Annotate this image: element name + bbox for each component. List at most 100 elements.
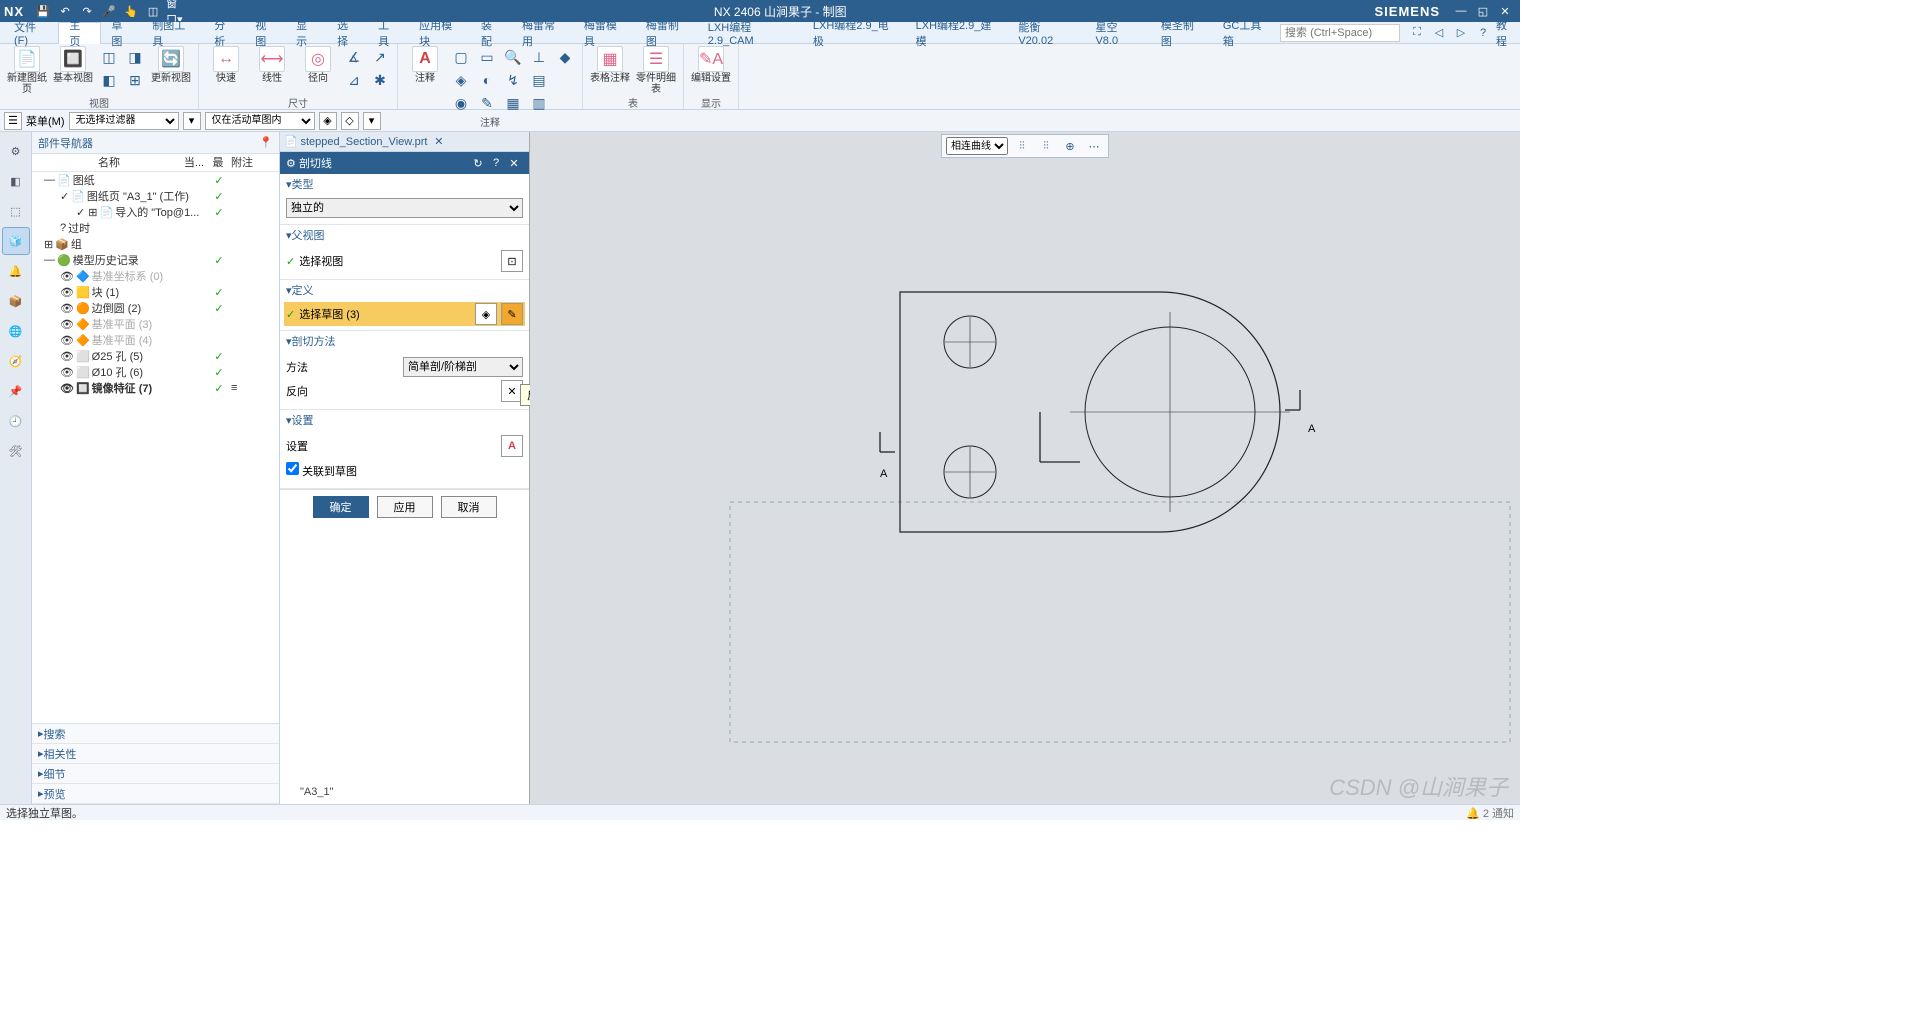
col-latest[interactable]: 最 bbox=[206, 154, 230, 171]
tab-select[interactable]: 选择 bbox=[327, 22, 368, 44]
sec-settings-header[interactable]: ▾ 设置 bbox=[280, 410, 529, 430]
col-name[interactable]: 名称 bbox=[32, 154, 182, 171]
tab-ml1[interactable]: 梅雷常用 bbox=[512, 22, 574, 44]
menu-label[interactable]: 菜单(M) bbox=[26, 113, 65, 129]
note-s12[interactable]: ▥ bbox=[528, 92, 550, 114]
tab-app[interactable]: 应用模块 bbox=[409, 22, 471, 44]
tree-row[interactable]: 👁 🔶 基准平面 (3) bbox=[32, 316, 279, 332]
acc-related[interactable]: ▸ 相关性 bbox=[32, 744, 279, 764]
rail-bell-icon[interactable]: 🔔 bbox=[2, 257, 30, 285]
tree-row[interactable]: ✓ 📄 图纸页 "A3_1" (工作)✓ bbox=[32, 188, 279, 204]
dim-small-1[interactable]: ∡ bbox=[343, 46, 365, 68]
tab-gc[interactable]: GC工具箱 bbox=[1213, 22, 1280, 44]
tab-nh[interactable]: 能衡 V20.02 bbox=[1008, 22, 1085, 44]
tree-row[interactable]: 👁 🔲 镜像特征 (7)✓≡ bbox=[32, 380, 279, 396]
rail-tools-icon[interactable]: 🛠 bbox=[2, 437, 30, 465]
nav-fwd-icon[interactable]: ▷ bbox=[1452, 24, 1470, 42]
rail-nav-icon[interactable]: 🧭 bbox=[2, 347, 30, 375]
tab-lxh-elec[interactable]: LXH编程2.9_电极 bbox=[803, 22, 906, 44]
tree-row[interactable]: 👁 ⬜ Ø25 孔 (5)✓ bbox=[32, 348, 279, 364]
tab-xk[interactable]: 星空 V8.0 bbox=[1085, 22, 1150, 44]
tab-sketch[interactable]: 草图 bbox=[101, 22, 142, 44]
note-s2[interactable]: ◈ bbox=[450, 69, 472, 91]
help-icon[interactable]: ? bbox=[1474, 24, 1492, 42]
pick-view-icon[interactable]: ⊡ bbox=[501, 250, 523, 272]
acc-preview[interactable]: ▸ 预览 bbox=[32, 784, 279, 804]
col-note[interactable]: 附注 bbox=[230, 154, 254, 171]
tree-row[interactable]: — 📄 图纸✓ bbox=[32, 172, 279, 188]
acc-detail[interactable]: ▸ 细节 bbox=[32, 764, 279, 784]
filter-btn-3[interactable]: ◇ bbox=[341, 112, 359, 130]
file-tab-close-icon[interactable]: ✕ bbox=[434, 135, 443, 148]
rail-globe-icon[interactable]: 🌐 bbox=[2, 317, 30, 345]
gear-icon[interactable]: ⚙ bbox=[286, 157, 296, 170]
edit-settings-button[interactable]: ✎A编辑设置 bbox=[690, 46, 732, 84]
ribbon-small-4[interactable]: ⊞ bbox=[124, 69, 146, 91]
apply-button[interactable]: 应用 bbox=[377, 496, 433, 518]
tree-row[interactable]: 👁 🔶 基准平面 (4) bbox=[32, 332, 279, 348]
dialog-help-icon[interactable]: ? bbox=[487, 157, 505, 169]
rail-pin-icon[interactable]: 📌 bbox=[2, 377, 30, 405]
minimize-icon[interactable]: — bbox=[1452, 2, 1470, 20]
dim-small-3[interactable]: ↗ bbox=[369, 46, 391, 68]
tab-home[interactable]: 主页 bbox=[58, 22, 101, 44]
rail-settings-icon[interactable]: ⚙ bbox=[2, 137, 30, 165]
sec-def-header[interactable]: ▾ 定义 bbox=[280, 280, 529, 300]
tree-row[interactable]: 👁 ⬜ Ø10 孔 (6)✓ bbox=[32, 364, 279, 380]
nav-back-icon[interactable]: ◁ bbox=[1430, 24, 1448, 42]
tab-display[interactable]: 显示 bbox=[286, 22, 327, 44]
assoc-checkbox[interactable]: 关联到草图 bbox=[286, 462, 357, 479]
tab-drawing-tools[interactable]: 制图工具 bbox=[142, 22, 204, 44]
note-s11[interactable]: ▤ bbox=[528, 69, 550, 91]
note-s6[interactable]: ✎ bbox=[476, 92, 498, 114]
sec-type-header[interactable]: ▾ 类型 bbox=[280, 174, 529, 194]
tree-row[interactable]: 👁 🟨 块 (1)✓ bbox=[32, 284, 279, 300]
dim-small-2[interactable]: ⊿ bbox=[343, 69, 365, 91]
note-s3[interactable]: ◉ bbox=[450, 92, 472, 114]
ribbon-small-2[interactable]: ◧ bbox=[98, 69, 120, 91]
dialog-close-icon[interactable]: ✕ bbox=[505, 157, 523, 170]
dim-small-4[interactable]: ✱ bbox=[369, 69, 391, 91]
tab-lxh-cam[interactable]: LXH编程2.9_CAM bbox=[698, 22, 803, 44]
linear-dim-button[interactable]: ⟷线性 bbox=[251, 46, 293, 84]
note-s10[interactable]: ⊥ bbox=[528, 46, 550, 68]
base-view-button[interactable]: 🔲基本视图 bbox=[52, 46, 94, 84]
menu-button[interactable]: ☰ bbox=[4, 112, 22, 130]
note-s8[interactable]: ↯ bbox=[502, 69, 524, 91]
radial-dim-button[interactable]: ◎径向 bbox=[297, 46, 339, 84]
command-search[interactable] bbox=[1280, 24, 1400, 42]
dialog-reset-icon[interactable]: ↻ bbox=[469, 157, 487, 170]
tab-view[interactable]: 视图 bbox=[245, 22, 286, 44]
col-current[interactable]: 当... bbox=[182, 154, 206, 171]
note-s4[interactable]: ▭ bbox=[476, 46, 498, 68]
selection-filter[interactable]: 无选择过滤器 bbox=[69, 112, 179, 130]
tab-ms[interactable]: 模圣制图 bbox=[1151, 22, 1213, 44]
tree-row[interactable]: ✓ ⊞ 📄 导入的 "Top@1...✓ bbox=[32, 204, 279, 220]
method-select[interactable]: 简单剖/阶梯剖 bbox=[403, 357, 523, 377]
tab-lxh-model[interactable]: LXH编程2.9_建模 bbox=[906, 22, 1009, 44]
rail-box-icon[interactable]: 📦 bbox=[2, 287, 30, 315]
pick-sketch-icon-2[interactable]: ✎ bbox=[501, 303, 523, 325]
ok-button[interactable]: 确定 bbox=[313, 496, 369, 518]
ribbon-small-3[interactable]: ◨ bbox=[124, 46, 146, 68]
filter-btn-2[interactable]: ◈ bbox=[319, 112, 337, 130]
tree-row[interactable]: 👁 🔷 基准坐标系 (0) bbox=[32, 268, 279, 284]
parts-list-button[interactable]: ☰零件明细表 bbox=[635, 46, 677, 95]
tree-row[interactable]: ⊞ 📦 组 bbox=[32, 236, 279, 252]
table-note-button[interactable]: ▦表格注释 bbox=[589, 46, 631, 84]
tab-ml2[interactable]: 梅雷模具 bbox=[574, 22, 636, 44]
sec-method-header[interactable]: ▾ 剖切方法 bbox=[280, 331, 529, 351]
notify-badge[interactable]: 🔔 2 通知 bbox=[1466, 805, 1514, 821]
note-s5[interactable]: ◐ bbox=[476, 69, 498, 91]
tab-tools[interactable]: 工具 bbox=[368, 22, 409, 44]
note-s9[interactable]: ▦ bbox=[502, 92, 524, 114]
note-button[interactable]: A注释 bbox=[404, 46, 446, 84]
rail-part-nav-icon[interactable]: 🧊 bbox=[2, 227, 30, 255]
tab-analysis[interactable]: 分析 bbox=[204, 22, 245, 44]
ribbon-small-1[interactable]: ◫ bbox=[98, 46, 120, 68]
sec-parent-header[interactable]: ▾ 父视图 bbox=[280, 225, 529, 245]
save-icon[interactable]: 💾 bbox=[34, 2, 52, 20]
tree-row[interactable]: — 🟢 模型历史记录✓ bbox=[32, 252, 279, 268]
type-select[interactable]: 独立的 bbox=[286, 198, 523, 218]
note-s7[interactable]: 🔍 bbox=[502, 46, 524, 68]
